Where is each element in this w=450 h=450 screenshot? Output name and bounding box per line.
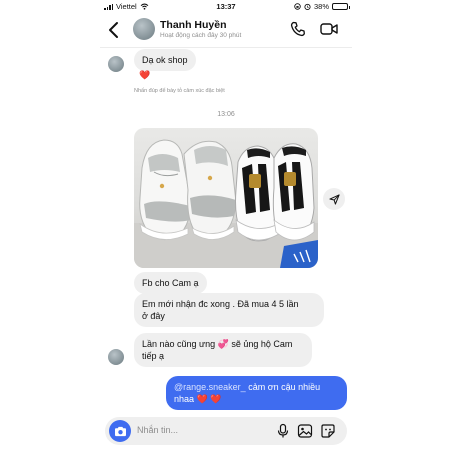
camera-icon bbox=[114, 426, 126, 436]
battery-percent: 38% bbox=[313, 2, 329, 11]
mention-link[interactable]: @range.sneaker_ bbox=[174, 382, 246, 392]
share-icon bbox=[328, 193, 340, 205]
incoming-message-bubble[interactable]: Lần nào cũng ưng 💞 sẽ ủng hộ Cam tiếp ạ bbox=[134, 333, 312, 367]
battery-icon bbox=[332, 3, 350, 10]
chat-header: Thanh Huyền Hoạt động cách đây 30 phút bbox=[100, 14, 352, 48]
chat-screen: Viettel 13:37 38% Thanh Huyền Hoạt động … bbox=[100, 0, 352, 450]
microphone-icon[interactable] bbox=[275, 423, 291, 439]
message-text-line: Em mới nhận đc xong . Đã mua 4 5 lần bbox=[142, 299, 299, 309]
message-text: nhaa bbox=[174, 394, 195, 404]
status-right: 38% bbox=[294, 2, 350, 11]
phone-icon[interactable] bbox=[290, 21, 306, 37]
reaction-hint: Nhấn đúp để bày tỏ cảm xúc đặc biệt bbox=[134, 88, 225, 94]
message-text-line: @range.sneaker_ cảm ơn cậu nhiều bbox=[174, 381, 339, 393]
incoming-message-bubble[interactable]: Em mới nhận đc xong . Đã mua 4 5 lần ở đ… bbox=[134, 293, 324, 327]
back-icon[interactable] bbox=[106, 21, 122, 39]
message-text: Fb cho Cam ạ bbox=[142, 278, 199, 288]
message-text-line: Lần nào cũng ưng 💞 sẽ ủng hộ Cam bbox=[142, 338, 304, 350]
message-input[interactable]: Nhắn tin... bbox=[137, 425, 178, 435]
time-divider: 13:06 bbox=[217, 111, 235, 118]
lock-rotation-icon bbox=[294, 3, 301, 10]
camera-button[interactable] bbox=[109, 420, 131, 442]
incoming-message-bubble[interactable]: Dạ ok shop bbox=[134, 49, 196, 71]
contact-name[interactable]: Thanh Huyền bbox=[160, 19, 227, 31]
message-text: sẽ ủng hộ Cam bbox=[231, 339, 293, 349]
message-text: Dạ ok shop bbox=[142, 55, 188, 65]
message-text: cảm ơn cậu nhiều bbox=[248, 382, 321, 392]
message-text: Lần nào cũng ưng bbox=[142, 339, 216, 349]
outgoing-message-bubble[interactable]: @range.sneaker_ cảm ơn cậu nhiều nhaa ❤️… bbox=[166, 376, 347, 410]
heart-sparkle-emoji: 💞 bbox=[217, 339, 229, 349]
message-text-line: nhaa ❤️ ❤️ bbox=[174, 393, 339, 405]
sticker-icon[interactable] bbox=[320, 423, 336, 439]
share-button[interactable] bbox=[323, 188, 345, 210]
status-bar: Viettel 13:37 38% bbox=[100, 0, 352, 14]
alarm-icon bbox=[304, 3, 311, 10]
video-icon[interactable] bbox=[320, 22, 338, 36]
incoming-message-bubble[interactable]: Fb cho Cam ạ bbox=[134, 272, 207, 294]
message-text-line: tiếp ạ bbox=[142, 351, 165, 361]
message-composer[interactable]: Nhắn tin... bbox=[105, 417, 347, 445]
gallery-icon[interactable] bbox=[297, 423, 313, 439]
sneakers-image bbox=[134, 139, 318, 268]
contact-activity-status: Hoạt động cách đây 30 phút bbox=[160, 32, 242, 39]
sender-avatar[interactable] bbox=[108, 56, 124, 72]
heart-emoji: ❤️ ❤️ bbox=[196, 394, 222, 404]
heart-reaction-icon[interactable]: ❤️ bbox=[139, 70, 150, 81]
sender-avatar[interactable] bbox=[108, 349, 124, 365]
contact-avatar[interactable] bbox=[133, 18, 155, 40]
message-text-line: ở đây bbox=[142, 311, 165, 321]
shoe-photo-message[interactable] bbox=[134, 128, 318, 268]
